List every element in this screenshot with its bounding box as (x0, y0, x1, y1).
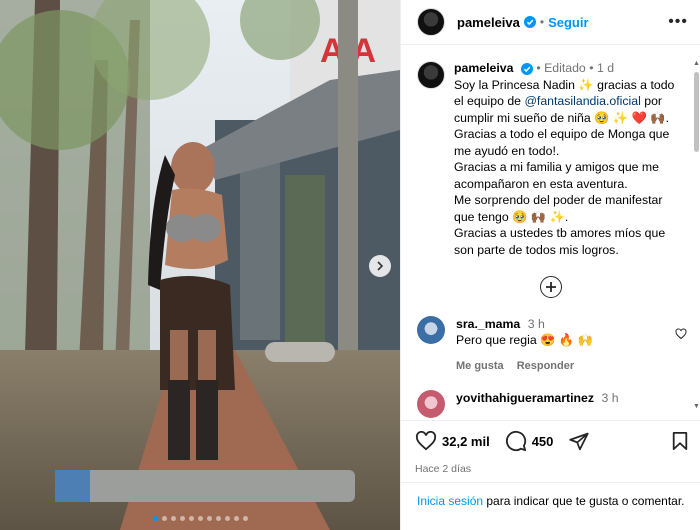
like-button[interactable] (415, 431, 437, 451)
caption-line: Gracias a ustedes tb amores míos que (454, 226, 666, 240)
comment-time: 3 h (601, 391, 619, 405)
carousel-dot[interactable] (197, 516, 203, 521)
carousel-dots (0, 516, 400, 521)
caption-fragment: el equipo de (454, 94, 525, 108)
caption-line: el equipo de @fantasilandia.oficial por (454, 93, 674, 110)
comment-username[interactable]: sra._mama (456, 317, 520, 331)
carousel-dot[interactable] (233, 516, 239, 521)
login-prompt: Inicia sesión para indicar que te gusta … (401, 482, 700, 519)
load-more-comments-button[interactable] (540, 276, 562, 298)
author-username[interactable]: pameleiva (457, 15, 520, 30)
scroll-down-icon[interactable]: ▼ (693, 403, 700, 410)
follow-button[interactable]: Seguir (548, 15, 588, 30)
post-details-panel: pameleiva • Seguir ••• pameleiva • Edita… (400, 0, 700, 530)
login-link[interactable]: Inicia sesión (417, 494, 483, 508)
photo-illustration: A A (0, 0, 400, 530)
post-actions: 32,2 mil 450 Hace 2 días (401, 420, 700, 475)
next-image-button[interactable] (369, 255, 391, 277)
caption-line: que tengo 🥹 🙌🏾 ✨. (454, 209, 569, 224)
scroll-up-icon[interactable]: ▲ (693, 60, 700, 67)
comment-item: sra._mama 3 h Pero que regia 😍 🔥 🙌 Me gu… (401, 298, 700, 374)
verified-icon (523, 16, 536, 28)
like-count[interactable]: 32,2 mil (442, 434, 490, 449)
heart-icon (415, 431, 437, 451)
carousel-dot[interactable] (188, 516, 194, 521)
separator-dot: • (589, 61, 594, 75)
carousel-dot[interactable] (179, 516, 185, 521)
carousel-dot[interactable] (224, 516, 230, 521)
caption-username[interactable]: pameleiva (454, 61, 513, 75)
paper-plane-icon (569, 432, 590, 450)
comment-text: Pero que regia 😍 🔥 🙌 (456, 333, 593, 347)
author-avatar[interactable] (417, 8, 445, 36)
post-header: pameleiva • Seguir ••• (401, 0, 700, 45)
caption-text: pameleiva • Editado • 1 d Soy la Princes… (454, 60, 674, 258)
comment-username[interactable]: yovithahigueramartinez (456, 391, 594, 405)
comment-time: 3 h (527, 317, 545, 331)
load-more-row (401, 276, 700, 298)
caption-line: acompañaron en esta aventura. (454, 176, 628, 191)
mention-link[interactable]: @fantasilandia.oficial (524, 94, 640, 108)
caption-line: Gracias a mi familia y amigos que me (454, 160, 660, 174)
comment-bubble-icon (505, 430, 526, 452)
post-caption: pameleiva • Editado • 1 d Soy la Princes… (401, 46, 700, 258)
bookmark-icon (672, 432, 688, 450)
caption-line: Soy la Princesa Nadin ✨ gracias a todo (454, 77, 675, 92)
caption-fragment: por (640, 94, 663, 108)
caption-line: Me sorprendo del poder de manifestar (454, 193, 663, 207)
post-date: Hace 2 días (415, 463, 472, 475)
carousel-dot[interactable] (206, 516, 212, 521)
caption-line: me ayudó en todo!. (454, 143, 560, 158)
separator-dot: • (536, 61, 541, 75)
login-prompt-text: para indicar que te gusta o comentar. (483, 494, 685, 508)
comment-like-button[interactable]: Me gusta (456, 358, 504, 374)
carousel-dot[interactable] (152, 516, 158, 521)
scrollbar-thumb[interactable] (694, 72, 699, 152)
share-button[interactable] (568, 431, 590, 452)
comment-avatar[interactable] (417, 316, 445, 344)
comment-avatar[interactable] (417, 390, 445, 418)
comment-count: 450 (531, 433, 554, 449)
save-button[interactable] (671, 431, 689, 451)
carousel-dot[interactable] (215, 516, 221, 521)
comment-actions: Me gusta Responder (456, 358, 593, 374)
caption-line: son parte de todos mis logros. (454, 242, 619, 257)
plus-icon (546, 282, 556, 292)
comment-body: sra._mama 3 h Pero que regia 😍 🔥 🙌 Me gu… (456, 316, 593, 374)
caption-avatar[interactable] (417, 61, 445, 89)
comment-button[interactable] (505, 430, 527, 452)
chevron-right-icon (377, 261, 384, 271)
separator-dot: • (539, 15, 545, 29)
carousel-dot[interactable] (242, 516, 248, 521)
comments-scrollbar[interactable]: ▲ ▼ (692, 60, 700, 410)
carousel-dot[interactable] (161, 516, 167, 521)
more-options-icon[interactable]: ••• (668, 13, 688, 31)
post-photo[interactable]: A A (0, 0, 400, 530)
comment-item: yovithahigueramartinez 3 h (401, 374, 700, 418)
comment-body: yovithahigueramartinez 3 h (456, 390, 619, 418)
comment-reply-button[interactable]: Responder (517, 358, 574, 374)
action-icons-row: 32,2 mil 450 (415, 430, 689, 452)
post-age: 1 d (596, 61, 615, 75)
verified-icon (520, 62, 533, 75)
caption-line: cumplir mi sueño de niña 🥹 ✨ ❤️ 🙌🏾. (454, 110, 670, 125)
carousel-dot[interactable] (170, 516, 176, 521)
edited-label: Editado (544, 61, 586, 75)
caption-line: Gracias a todo el equipo de Monga que (454, 127, 670, 141)
comment-heart-icon[interactable] (675, 316, 687, 374)
comments-scroll-area[interactable]: pameleiva • Editado • 1 d Soy la Princes… (401, 46, 700, 418)
